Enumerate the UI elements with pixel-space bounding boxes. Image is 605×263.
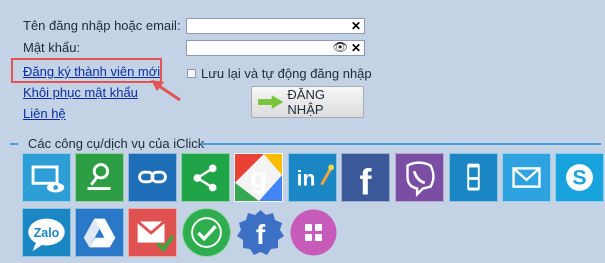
username-field[interactable]: ✕ [186,18,365,34]
svg-text:f: f [256,219,266,250]
svg-text:in: in [297,168,316,191]
clear-password-icon[interactable]: ✕ [351,41,361,55]
share-icon[interactable] [181,153,230,202]
show-password-icon[interactable]: 👁 [333,40,348,55]
contact-link[interactable]: Liên hệ [23,106,66,121]
section-line-left [10,143,18,145]
red-arrow-icon [151,80,181,102]
zalo-icon[interactable]: Zalo [22,208,71,257]
section-line-right [201,143,601,145]
username-input[interactable] [187,20,335,34]
zalo-label: Zalo [34,226,60,240]
facebook-icon[interactable]: f [341,153,390,202]
google-icon[interactable]: g [234,153,283,202]
viber-icon[interactable] [395,153,444,202]
link-icon[interactable] [128,153,177,202]
svg-text:S: S [572,167,586,190]
svg-text:f: f [359,161,372,201]
apps-grid-icon[interactable] [289,208,338,257]
login-button-label: ĐĂNG NHẬP [287,87,325,117]
remember-label: Lưu lại và tự động đăng nhập [201,66,372,81]
key-search-icon[interactable] [75,153,124,202]
password-label: Mật khẩu: [23,40,81,55]
password-field[interactable]: 👁 ✕ [186,40,365,56]
tools-section-title: Các công cụ/dịch vụ của iClick [28,136,205,151]
username-label: Tên đăng nhập hoặc email: [23,18,181,33]
register-link[interactable]: Đăng ký thành viên mới [23,64,160,79]
mail-icon[interactable] [502,153,551,202]
svg-text:g: g [250,163,268,195]
google-drive-icon[interactable] [75,208,124,257]
facebook-badge-icon[interactable]: f [236,208,285,257]
clear-username-icon[interactable]: ✕ [351,19,361,33]
password-input[interactable] [187,42,335,56]
recover-password-link[interactable]: Khôi phục mật khẩu [23,85,138,100]
check-circle-icon[interactable] [182,208,231,257]
screen-view-icon[interactable] [22,153,71,202]
gmail-check-icon[interactable] [128,208,177,257]
arrow-right-icon [258,95,284,109]
login-button[interactable]: ĐĂNG NHẬP [251,86,364,118]
skype-icon[interactable]: S [555,153,604,202]
linkedin-icon[interactable]: in [288,153,337,202]
remember-checkbox[interactable] [187,69,196,78]
mobile-phone-icon[interactable] [449,153,498,202]
